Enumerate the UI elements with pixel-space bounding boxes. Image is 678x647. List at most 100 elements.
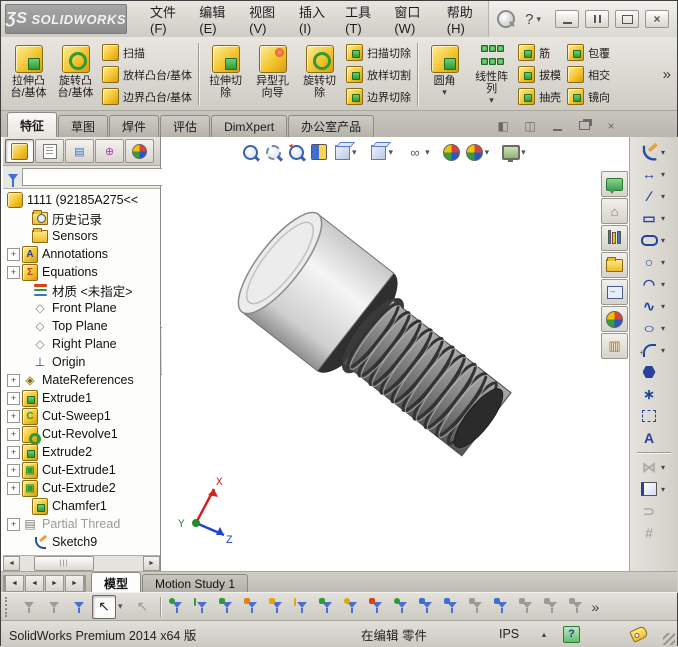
filter-center-marks-button[interactable]: [415, 595, 439, 619]
help-icon[interactable]: ?: [525, 11, 533, 28]
spline-button[interactable]: ∿▾: [630, 295, 678, 317]
tree-item-front-plane[interactable]: ◇ Front Plane: [7, 299, 160, 317]
minimize-button[interactable]: [555, 10, 579, 28]
fillet-button[interactable]: 圆角 ▾: [421, 41, 468, 109]
tree-item-matereferences[interactable]: ◈ MateReferences: [7, 371, 160, 389]
rib-button[interactable]: 筋: [515, 42, 564, 64]
tab-model[interactable]: 模型: [91, 572, 141, 593]
menu-view[interactable]: 视图(V): [240, 0, 290, 40]
tree-item-extrude2[interactable]: Extrude2: [7, 443, 160, 461]
appearances-button[interactable]: [601, 306, 628, 332]
fillet-dropdown-icon[interactable]: ▾: [442, 87, 447, 98]
section-view-button[interactable]: [309, 142, 329, 162]
expand-toggle-icon[interactable]: [7, 482, 20, 495]
filter-dimensions-button[interactable]: [440, 595, 464, 619]
quick-tips-icon[interactable]: ?: [563, 626, 580, 643]
apply-scene-button[interactable]: ▾: [465, 142, 499, 162]
menu-help[interactable]: 帮助(H): [438, 0, 488, 40]
shell-button[interactable]: 抽壳: [515, 86, 564, 108]
file-explorer-button[interactable]: [601, 252, 628, 278]
lofted-cut-button[interactable]: 放样切割: [343, 64, 414, 86]
edit-appearance-button[interactable]: [442, 142, 462, 162]
filter-edges-button[interactable]: [190, 595, 214, 619]
select-dropdown-icon[interactable]: ▾: [118, 601, 123, 612]
tree-item-cut-revolve1[interactable]: Cut-Revolve1: [7, 425, 160, 443]
mirror-entities-button[interactable]: ⋈▾: [630, 456, 678, 478]
dropdown-icon[interactable]: ▾: [661, 346, 669, 355]
swept-cut-button[interactable]: 扫描切除: [343, 42, 414, 64]
design-library-button[interactable]: [601, 225, 628, 251]
filter-solid-bodies-button[interactable]: [265, 595, 289, 619]
straight-slot-button[interactable]: ▾: [630, 229, 678, 251]
linear-pattern-dropdown-icon[interactable]: ▾: [489, 95, 494, 106]
corner-rectangle-button[interactable]: ▭▾: [630, 207, 678, 229]
help-dropdown-icon[interactable]: ▾: [536, 14, 541, 25]
filter-notes-button[interactable]: [515, 595, 539, 619]
resize-grip[interactable]: [663, 633, 675, 645]
tab-office-products[interactable]: 办公室产品: [288, 115, 374, 137]
scrollbar-thumb[interactable]: |||: [34, 556, 94, 571]
filter-sketch-segments-button[interactable]: [365, 595, 389, 619]
expand-toggle-icon[interactable]: [7, 518, 20, 531]
solidworks-forum-button[interactable]: [601, 171, 628, 197]
menu-file[interactable]: 文件(F): [141, 0, 190, 40]
swept-boss-button[interactable]: 扫描: [99, 42, 195, 64]
maximize-button[interactable]: [615, 10, 639, 28]
filter-planes-button[interactable]: [315, 595, 339, 619]
tree-item-partial-thread[interactable]: ▤ Partial Thread: [7, 515, 160, 533]
tree-item-cut-extrude2[interactable]: ▣ Cut-Extrude2: [7, 479, 160, 497]
trim-entities-button[interactable]: [630, 405, 678, 427]
unit-system-label[interactable]: IPS: [499, 627, 519, 641]
filter-faces-button[interactable]: [215, 595, 239, 619]
extruded-boss-button[interactable]: 拉伸凸 台/基体: [5, 41, 52, 109]
text-button[interactable]: A: [630, 427, 678, 449]
view-orientation-button[interactable]: ▾: [332, 142, 366, 162]
property-manager-tab[interactable]: [35, 139, 64, 163]
tab-motion-study[interactable]: Motion Study 1: [142, 574, 248, 593]
wrap-button[interactable]: 包覆: [564, 42, 613, 64]
polygon-button[interactable]: [630, 361, 678, 383]
scroll-right-icon[interactable]: ►: [143, 556, 160, 571]
filter-vertices-button[interactable]: [165, 595, 189, 619]
expand-toggle-icon[interactable]: [7, 410, 20, 423]
tree-item-top-plane[interactable]: ◇ Top Plane: [7, 317, 160, 335]
dropdown-icon[interactable]: ▾: [661, 236, 669, 245]
filter-surface-bodies-button[interactable]: [240, 595, 264, 619]
tree-item-cut-extrude1[interactable]: ▣ Cut-Extrude1: [7, 461, 160, 479]
dropdown-icon[interactable]: ▾: [521, 147, 526, 158]
tree-item-chamfer1[interactable]: Chamfer1: [7, 497, 160, 515]
menu-edit[interactable]: 编辑(E): [190, 0, 240, 40]
doc-window-left-icon[interactable]: ◧: [493, 118, 513, 133]
dropdown-icon[interactable]: ▾: [661, 280, 669, 289]
dropdown-icon[interactable]: ▾: [661, 192, 669, 201]
dropdown-icon[interactable]: ▾: [661, 324, 669, 333]
expand-toggle-icon[interactable]: [7, 446, 20, 459]
feature-manager-tab[interactable]: [5, 139, 34, 163]
centerpoint-arc-button[interactable]: ◠▾: [630, 273, 678, 295]
tree-horizontal-scrollbar[interactable]: ◄ ||| ►: [3, 555, 160, 571]
tree-item-origin[interactable]: ⊥ Origin: [7, 353, 160, 371]
tree-item-material[interactable]: 材质 <未指定>: [7, 281, 160, 299]
sketch-button[interactable]: ▾: [630, 141, 678, 163]
select-button[interactable]: ↖: [92, 595, 116, 619]
view-palette-button[interactable]: [601, 279, 628, 305]
doc-close-button[interactable]: ×: [601, 118, 621, 133]
dropdown-icon[interactable]: ▾: [661, 258, 669, 267]
filter-routing-points-button[interactable]: [565, 595, 589, 619]
tab-features[interactable]: 特征: [7, 112, 57, 137]
select-all-filters-button[interactable]: [67, 595, 91, 619]
tab-evaluate[interactable]: 评估: [160, 115, 210, 137]
extruded-cut-button[interactable]: 拉伸切 除: [202, 41, 249, 109]
filter-axes-button[interactable]: [290, 595, 314, 619]
dropdown-icon[interactable]: ▾: [485, 147, 490, 158]
lasso-select-button[interactable]: ↖: [131, 595, 155, 619]
filter-weld-beads-button[interactable]: [540, 595, 564, 619]
dropdown-icon[interactable]: ▾: [661, 214, 669, 223]
expand-toggle-icon[interactable]: [7, 266, 20, 279]
boundary-cut-button[interactable]: 边界切除: [343, 86, 414, 108]
prev-tab-icon[interactable]: ◄: [25, 575, 44, 592]
tree-item-equations[interactable]: Σ Equations: [7, 263, 160, 281]
dropdown-icon[interactable]: ▾: [661, 170, 669, 179]
filter-toolbar-overflow-button[interactable]: »: [592, 599, 600, 615]
circle-button[interactable]: ○▾: [630, 251, 678, 273]
